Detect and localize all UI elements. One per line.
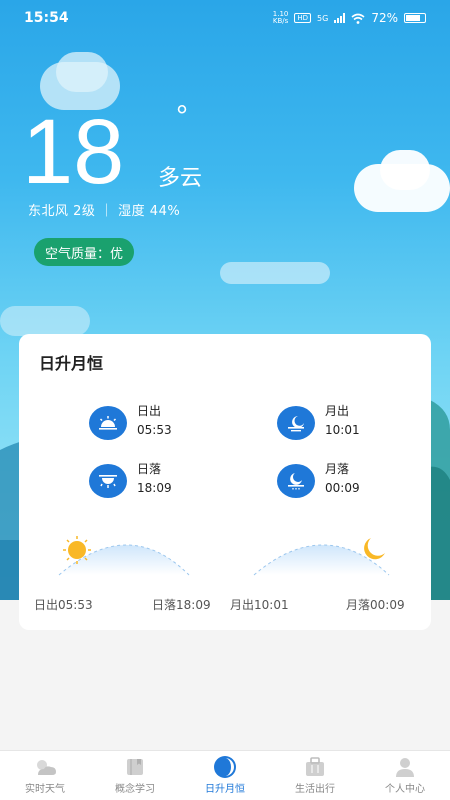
moonset-item: 月落 00:09 [277,460,360,498]
nav-label: 个人中心 [385,784,425,795]
nav-item-concept[interactable]: 概念学习 [90,751,180,800]
sun-arc-chart [58,536,390,576]
wind-humidity: 东北风 2级 ｜ 湿度 44% [28,204,181,219]
sun-arc-end: 日落18:09 [152,598,211,612]
sun-icon [63,536,91,564]
moon-arc-end: 月落00:09 [346,598,405,612]
book-icon [125,756,145,778]
moonset-time: 00:09 [325,481,360,495]
sun-moon-card: 日升月恒 日出 05:53 月出 10:01 日落 18:09 月落 00:09… [19,334,431,630]
moonset-icon [277,464,315,498]
sunrise-item: 日出 05:53 [89,402,172,440]
status-time: 15:54 [24,10,69,26]
nav-item-weather[interactable]: 实时天气 [0,751,90,800]
weather-icon [32,756,58,778]
nav-label: 生活出行 [295,784,335,795]
status-indicators: 1.10 KB/s HD 5G 72% [273,11,426,25]
signal-icon [334,13,346,23]
nav-label: 概念学习 [115,784,155,795]
hd-badge: HD [294,13,312,23]
weather-condition: 多云 [158,166,203,191]
nav-label: 实时天气 [25,784,65,795]
moonrise-label: 月出 [325,404,350,418]
status-bar: 15:54 1.10 KB/s HD 5G 72% [0,0,450,36]
moonrise-time: 10:01 [325,423,360,437]
nav-label: 日升月恒 [205,784,245,795]
network-type: 5G [317,13,329,23]
wifi-icon [351,13,365,24]
sunset-item: 日落 18:09 [89,460,172,498]
nav-item-sun-moon[interactable]: 日升月恒 [180,751,270,800]
half-moon-icon [213,756,237,778]
net-speed: 1.10 KB/s [273,11,289,25]
net-speed-unit: KB/s [272,17,289,25]
moonset-label: 月落 [325,462,350,476]
sunset-icon [89,464,127,498]
sunrise-time: 05:53 [137,423,172,437]
bottom-nav: 实时天气 概念学习 日升月恒 生活出行 个人中心 [0,750,450,800]
person-icon [394,756,416,778]
moonrise-item: 月出 10:01 [277,402,360,440]
nav-item-profile[interactable]: 个人中心 [360,751,450,800]
moonrise-icon [277,406,315,440]
sunset-time: 18:09 [137,481,172,495]
degree-symbol: ° [176,100,188,133]
moon-icon [364,538,385,560]
temperature-value: 18 [22,101,125,203]
battery-percent: 72% [371,11,398,25]
battery-icon [404,13,426,23]
nav-item-life[interactable]: 生活出行 [270,751,360,800]
air-quality-badge[interactable]: 空气质量：优 [34,238,135,266]
bag-icon [304,756,326,778]
sunrise-label: 日出 [137,404,162,418]
moon-arc-start: 月出10:01 [230,598,289,612]
sunrise-icon [89,406,127,440]
sun-arc-start: 日出05:53 [34,598,93,612]
card-title: 日升月恒 [39,354,104,373]
sunset-label: 日落 [137,462,162,476]
